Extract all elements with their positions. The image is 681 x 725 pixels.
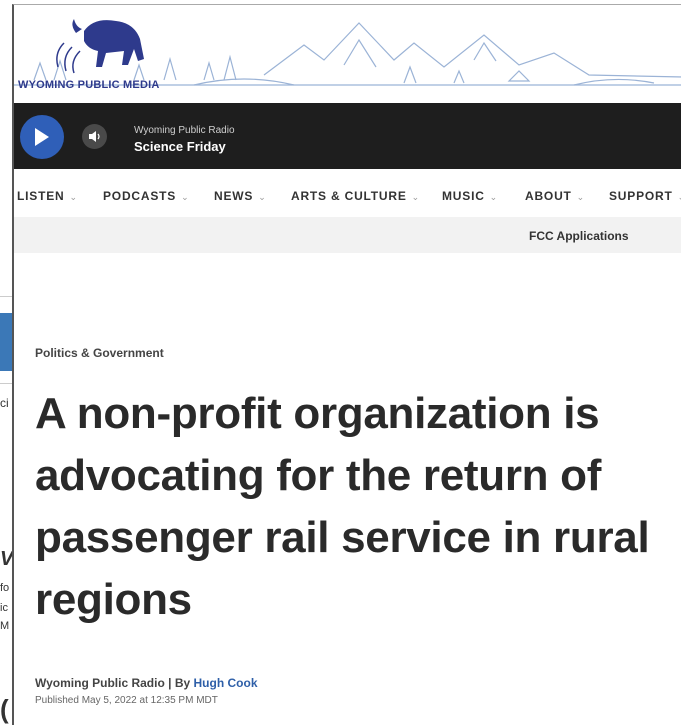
nav-item-label: ABOUT bbox=[525, 189, 572, 203]
chevron-down-icon: ⌄ bbox=[181, 192, 190, 202]
nav-item-music[interactable]: MUSIC ⌄ bbox=[442, 189, 498, 203]
nav-item-label: LISTEN bbox=[17, 189, 65, 203]
volume-button[interactable] bbox=[82, 124, 107, 149]
chevron-down-icon: ⌄ bbox=[678, 192, 681, 202]
chevron-down-icon: ⌄ bbox=[69, 192, 78, 202]
article-category[interactable]: Politics & Government bbox=[35, 346, 164, 360]
nav-item-news[interactable]: NEWS ⌄ bbox=[214, 189, 267, 203]
nav-item-about[interactable]: ABOUT ⌄ bbox=[525, 189, 585, 203]
main-nav: LISTEN ⌄ PODCASTS ⌄ NEWS ⌄ ARTS & CULTURE ⌄ … bbox=[14, 169, 681, 218]
author-link[interactable]: Hugh Cook bbox=[194, 676, 258, 690]
byline-separator: | By bbox=[164, 676, 194, 690]
article-page: WYOMING PUBLIC MEDIA Wyoming Public Radi… bbox=[12, 4, 681, 725]
bison-logo bbox=[56, 19, 144, 74]
nav-item-arts-culture[interactable]: ARTS & CULTURE ⌄ bbox=[291, 189, 420, 203]
volume-icon bbox=[89, 131, 100, 142]
byline-source: Wyoming Public Radio bbox=[35, 676, 165, 690]
publish-date: Published May 5, 2022 at 12:35 PM MDT bbox=[35, 695, 218, 706]
nav-item-listen[interactable]: LISTEN ⌄ bbox=[17, 189, 78, 203]
nav-item-support[interactable]: SUPPORT ⌄ bbox=[609, 189, 681, 203]
chevron-down-icon: ⌄ bbox=[258, 192, 267, 202]
site-header: WYOMING PUBLIC MEDIA bbox=[14, 5, 681, 103]
chevron-down-icon: ⌄ bbox=[576, 192, 586, 202]
nav-item-label: ARTS & CULTURE bbox=[291, 189, 407, 203]
nav-item-podcasts[interactable]: PODCASTS ⌄ bbox=[103, 189, 189, 203]
play-icon bbox=[35, 128, 49, 146]
station-name: Wyoming Public Radio bbox=[134, 125, 235, 136]
article-headline: A non-profit organization is advocating … bbox=[35, 389, 650, 624]
chevron-down-icon: ⌄ bbox=[489, 192, 499, 202]
chevron-down-icon: ⌄ bbox=[411, 192, 420, 202]
sub-nav: FCC Applications bbox=[14, 217, 681, 253]
nav-item-label: NEWS bbox=[214, 189, 254, 203]
article-byline: Wyoming Public Radio | By Hugh Cook bbox=[35, 676, 258, 690]
nav-item-label: SUPPORT bbox=[609, 189, 673, 203]
audio-player: Wyoming Public Radio Science Friday bbox=[14, 103, 681, 169]
nav-item-label: MUSIC bbox=[442, 189, 485, 203]
site-brand-name[interactable]: WYOMING PUBLIC MEDIA bbox=[18, 79, 160, 91]
nav-item-label: PODCASTS bbox=[103, 189, 177, 203]
fcc-applications-link[interactable]: FCC Applications bbox=[529, 229, 629, 243]
program-title[interactable]: Science Friday bbox=[134, 139, 226, 154]
play-button[interactable] bbox=[20, 115, 64, 159]
